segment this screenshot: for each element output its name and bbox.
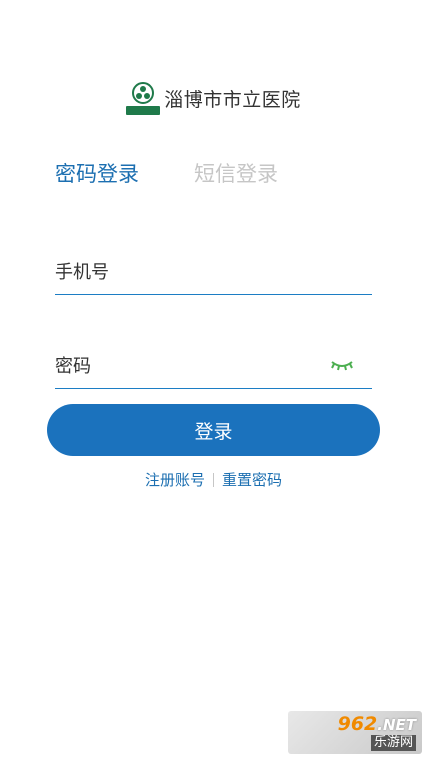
app-header: 淄博市市立医院	[0, 76, 427, 120]
watermark-logo: 962.NET	[337, 713, 416, 735]
phone-input[interactable]	[55, 261, 315, 283]
site-watermark: 962.NET 乐游网	[288, 711, 422, 754]
tab-sms-login[interactable]: 短信登录	[194, 158, 278, 188]
login-tabs: 密码登录 短信登录	[55, 158, 278, 188]
login-button[interactable]: 登录	[47, 404, 380, 456]
phone-field	[55, 250, 372, 295]
account-links: 注册账号 重置密码	[0, 469, 427, 490]
reset-password-link[interactable]: 重置密码	[222, 469, 282, 490]
hospital-logo-icon	[126, 80, 161, 116]
password-field	[55, 344, 372, 389]
eye-closed-icon[interactable]	[330, 354, 354, 376]
register-account-link[interactable]: 注册账号	[145, 469, 205, 490]
link-divider	[213, 472, 214, 487]
password-input[interactable]	[55, 355, 315, 377]
watermark-text: 乐游网	[370, 735, 416, 751]
hospital-name: 淄博市市立医院	[164, 88, 301, 111]
tab-password-login[interactable]: 密码登录	[55, 158, 139, 188]
